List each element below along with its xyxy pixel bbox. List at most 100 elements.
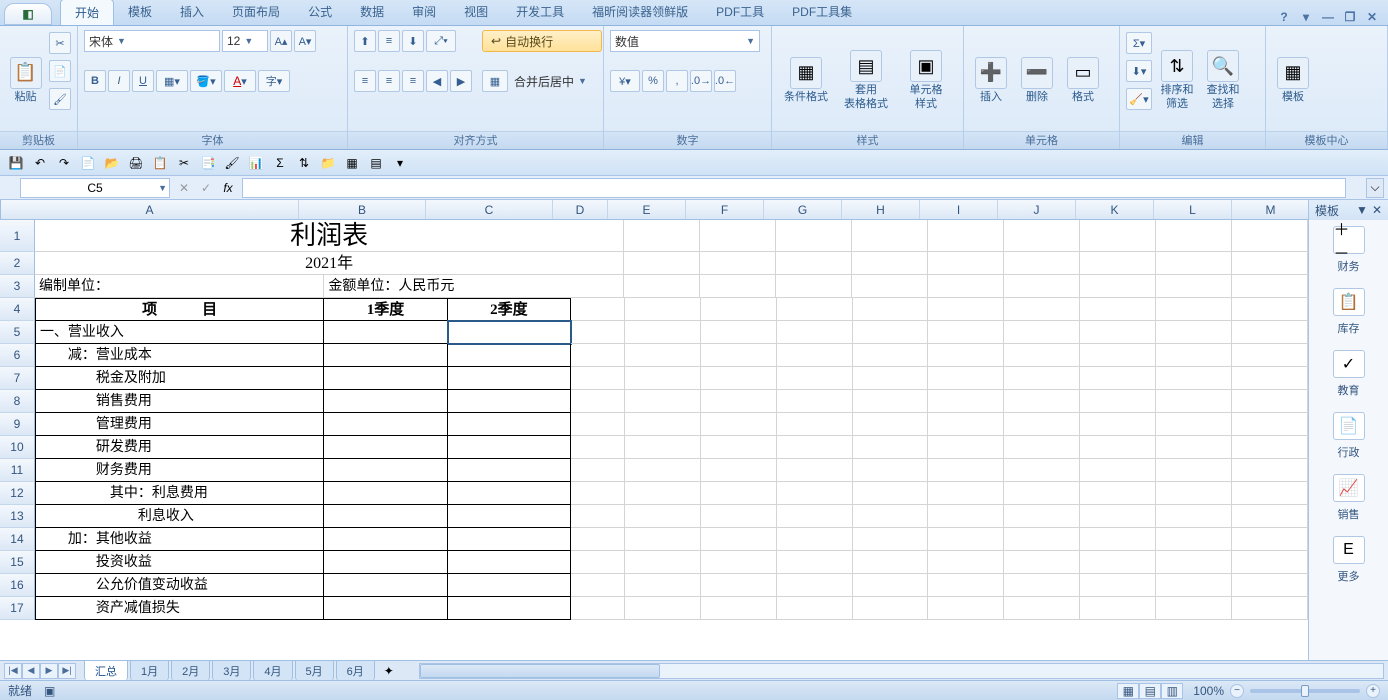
phonetic-button[interactable]: 字▾ — [258, 70, 290, 92]
column-header[interactable]: A — [1, 200, 299, 219]
data-cell[interactable] — [324, 505, 447, 528]
cell[interactable] — [1080, 413, 1156, 436]
cell[interactable] — [625, 505, 701, 528]
cell[interactable] — [625, 597, 701, 620]
cut-button[interactable]: ✂ — [49, 32, 71, 54]
qat-redo-button[interactable]: ↷ — [54, 153, 74, 173]
cell[interactable] — [701, 551, 777, 574]
cell[interactable] — [853, 597, 929, 620]
cell[interactable] — [700, 220, 776, 252]
cell[interactable] — [1156, 482, 1232, 505]
ribbon-tab[interactable]: 开始 — [60, 0, 114, 25]
cell[interactable] — [777, 528, 853, 551]
cell[interactable] — [777, 344, 853, 367]
cell[interactable] — [777, 436, 853, 459]
font-name-combo[interactable]: 宋体▼ — [84, 30, 220, 52]
row-header[interactable]: 16 — [0, 574, 35, 597]
cell[interactable] — [853, 390, 929, 413]
cell[interactable] — [1156, 459, 1232, 482]
align-right-button[interactable]: ≡ — [402, 70, 424, 92]
comma-button[interactable]: , — [666, 70, 688, 92]
help-icon[interactable]: ? — [1276, 9, 1292, 25]
sheet-tab[interactable]: 6月 — [336, 660, 375, 681]
cell[interactable] — [776, 252, 852, 275]
row-header[interactable]: 3 — [0, 275, 35, 298]
qat-btn16[interactable]: ▤ — [366, 153, 386, 173]
cell[interactable] — [701, 459, 777, 482]
cell[interactable] — [1156, 298, 1232, 321]
data-cell[interactable]: 财务费用 — [35, 459, 324, 482]
row-header[interactable]: 12 — [0, 482, 35, 505]
merge-center-button[interactable]: 合并后居中▼ — [510, 70, 602, 92]
row-header[interactable]: 13 — [0, 505, 35, 528]
ribbon-tab[interactable]: 插入 — [166, 0, 218, 25]
template-category[interactable]: 📈销售 — [1333, 474, 1365, 522]
cell[interactable] — [776, 220, 852, 252]
cell[interactable] — [1232, 275, 1308, 298]
data-cell[interactable]: 公允价值变动收益 — [35, 574, 324, 597]
data-cell[interactable] — [324, 344, 447, 367]
cell[interactable] — [571, 528, 625, 551]
cell[interactable] — [928, 482, 1004, 505]
cell[interactable] — [928, 298, 1004, 321]
data-cell[interactable]: 税金及附加 — [35, 367, 324, 390]
row-header[interactable]: 17 — [0, 597, 35, 620]
cell[interactable] — [701, 436, 777, 459]
qat-btn13[interactable]: ⇅ — [294, 153, 314, 173]
row-header[interactable]: 7 — [0, 367, 35, 390]
cell[interactable] — [1004, 413, 1080, 436]
cell[interactable] — [1004, 390, 1080, 413]
data-cell[interactable]: 加：其他收益 — [35, 528, 324, 551]
template-category[interactable]: ＋－财务 — [1333, 226, 1365, 274]
row-header[interactable]: 5 — [0, 321, 35, 344]
qat-btn11[interactable]: 📊 — [246, 153, 266, 173]
cell[interactable] — [928, 413, 1004, 436]
data-cell[interactable]: 资产减值损失 — [35, 597, 324, 620]
cell[interactable] — [928, 390, 1004, 413]
template-category[interactable]: ✓教育 — [1333, 350, 1365, 398]
sheet-tab[interactable]: 2月 — [171, 660, 210, 681]
find-select-button[interactable]: 🔍查找和 选择 — [1202, 30, 1244, 131]
cell[interactable] — [928, 551, 1004, 574]
conditional-format-button[interactable]: ▦条件格式 — [778, 30, 834, 131]
cell[interactable] — [571, 344, 625, 367]
cell[interactable] — [701, 321, 777, 344]
data-cell[interactable]: 投资收益 — [35, 551, 324, 574]
sheet-tab[interactable]: 汇总 — [84, 660, 128, 681]
label-cell[interactable]: 编制单位： — [35, 275, 324, 298]
cell[interactable] — [853, 436, 929, 459]
restore-button[interactable]: ❐ — [1342, 9, 1358, 25]
sheet-tab[interactable]: 5月 — [295, 660, 334, 681]
cell[interactable] — [624, 252, 700, 275]
column-header[interactable]: G — [764, 200, 842, 219]
cell[interactable] — [1080, 505, 1156, 528]
cell[interactable] — [701, 505, 777, 528]
template-category[interactable]: 📄行政 — [1333, 412, 1365, 460]
font-color-button[interactable]: A▾ — [224, 70, 256, 92]
qat-btn8[interactable]: ✂ — [174, 153, 194, 173]
cell[interactable] — [1004, 367, 1080, 390]
row-header[interactable]: 4 — [0, 298, 35, 321]
cell[interactable] — [1232, 597, 1308, 620]
row-header[interactable]: 14 — [0, 528, 35, 551]
cell[interactable] — [700, 275, 776, 298]
data-cell[interactable]: 管理费用 — [35, 413, 324, 436]
cell[interactable] — [1004, 459, 1080, 482]
cell[interactable] — [1004, 220, 1080, 252]
fill-color-button[interactable]: 🪣▾ — [190, 70, 222, 92]
font-size-combo[interactable]: 12▼ — [222, 30, 268, 52]
panel-close-icon[interactable]: ✕ — [1372, 203, 1382, 217]
cell[interactable] — [1232, 252, 1308, 275]
data-cell[interactable] — [448, 321, 571, 344]
cell[interactable] — [777, 321, 853, 344]
data-cell[interactable] — [448, 413, 571, 436]
cell[interactable] — [928, 321, 1004, 344]
align-top-button[interactable]: ⬆ — [354, 30, 376, 52]
ribbon-tab[interactable]: 福昕阅读器领鲜版 — [578, 0, 702, 25]
cell[interactable] — [1080, 252, 1156, 275]
decrease-indent-button[interactable]: ◀ — [426, 70, 448, 92]
ribbon-tab[interactable]: 开发工具 — [502, 0, 578, 25]
page-layout-view-button[interactable]: ▤ — [1139, 683, 1161, 699]
insert-button[interactable]: ➕插入 — [970, 30, 1012, 131]
cell[interactable] — [777, 597, 853, 620]
